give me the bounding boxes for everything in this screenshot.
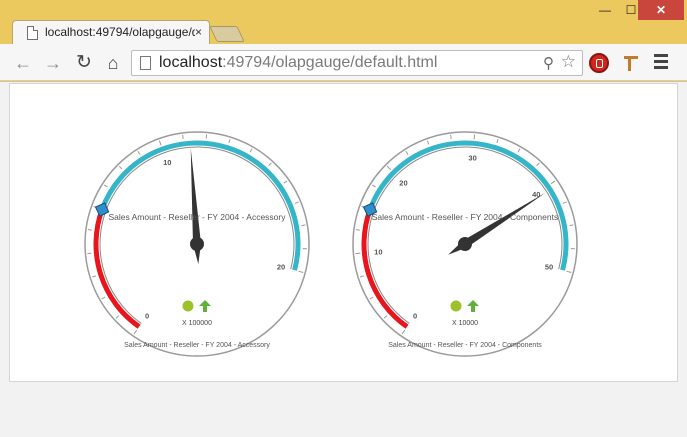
tick-mark: [91, 275, 97, 278]
tab-title: localhost:49794/olapgauge/default.html: [45, 25, 195, 39]
gauge-multiplier: X 10000: [451, 320, 479, 327]
tick-mark: [298, 270, 304, 273]
tick-mark: [562, 201, 567, 204]
scale-labels: 0 10 20: [145, 158, 285, 320]
browser-tab[interactable]: localhost:49794/olapgauge/default.html ×: [12, 20, 210, 44]
needle-hub: [190, 237, 204, 251]
scale-label: 20: [277, 263, 285, 272]
gauge-svg: 0 10 20: [84, 131, 310, 357]
scale-label: 40: [532, 190, 540, 199]
tick-mark: [101, 296, 106, 300]
tick-mark: [115, 315, 120, 319]
tick-mark: [536, 162, 540, 167]
tick-mark: [158, 140, 162, 146]
tick-mark: [137, 150, 141, 155]
tick-mark: [517, 148, 521, 153]
tick-mark: [87, 229, 92, 231]
forward-icon[interactable]: →: [42, 52, 64, 74]
page-icon: [27, 26, 38, 40]
tick-mark: [359, 275, 365, 278]
gauge-accessory: 0 10 20 Sales Amount - Reseller - FY 2004 …: [77, 124, 317, 364]
scale-label: 30: [468, 153, 476, 162]
tick-mark: [249, 148, 253, 153]
browser-toolbar: ← → ↻ ⌂ localhost:49794/olapgauge/defaul…: [0, 44, 687, 81]
back-icon[interactable]: ←: [12, 52, 34, 74]
tick-mark: [450, 134, 452, 139]
tick-mark: [550, 180, 556, 185]
adblock-extension-icon[interactable]: [589, 53, 609, 73]
gauge-panel: 0 10 20 Sales Amount - Reseller - FY 2004 …: [9, 83, 678, 382]
tick-mark: [103, 184, 108, 188]
gauge-title: Sales Amount - Reseller - FY 2004 - Acce…: [108, 212, 286, 222]
tick-mark: [283, 180, 288, 184]
scale-label: 20: [399, 178, 407, 187]
scale-label: 0: [145, 311, 149, 320]
tick-mark: [371, 184, 376, 188]
minimize-button[interactable]: —: [592, 0, 618, 20]
tick-mark: [268, 162, 272, 167]
tick-mark: [383, 315, 388, 319]
page-icon: [140, 56, 151, 70]
bookmark-star-icon[interactable]: ☆: [561, 52, 576, 72]
gauge-title: Sales Amount - Reseller - FY 2004 - Comp…: [371, 212, 559, 222]
tool-extension-icon[interactable]: [622, 54, 640, 72]
zoom-icon[interactable]: ⚲: [543, 54, 554, 72]
tick-mark: [355, 229, 360, 231]
status-indicator: [450, 300, 462, 312]
gauge-caption: Sales Amount - Reseller - FY 2004 - Comp…: [388, 342, 542, 349]
tick-mark: [369, 296, 374, 300]
tick-mark: [182, 134, 184, 139]
inner-scale-arc: [367, 146, 563, 324]
blue-range-arc: [99, 140, 301, 271]
red-range-arc: [361, 208, 409, 329]
scale-labels: 0 10 20 30 40 50: [374, 153, 553, 320]
url-path: :49794/olapgauge/default.html: [222, 54, 438, 71]
needle-hub: [458, 237, 472, 251]
tick-mark: [133, 329, 138, 335]
scale-label: 0: [413, 311, 417, 320]
page-content: 0 10 20 Sales Amount - Reseller - FY 2004 …: [0, 82, 687, 437]
tick-mark: [401, 329, 406, 335]
scale-label: 10: [163, 158, 171, 167]
tick-mark: [118, 165, 123, 170]
tick-mark: [301, 224, 306, 227]
scale-label: 10: [374, 248, 382, 257]
url-text: localhost:49794/olapgauge/default.html: [159, 54, 437, 72]
close-window-button[interactable]: ✕: [638, 0, 684, 20]
gauge-caption: Sales Amount - Reseller - FY 2004 - Acce…: [124, 342, 270, 349]
reload-icon[interactable]: ↻: [73, 52, 95, 74]
scale-label: 50: [545, 263, 553, 272]
address-bar[interactable]: localhost:49794/olapgauge/default.html ⚲…: [131, 50, 583, 76]
home-icon[interactable]: ⌂: [102, 52, 124, 74]
tick-mark: [496, 138, 499, 144]
red-range-arc: [93, 208, 141, 329]
gauge-components: 0 10 20 30 40 50 Sales Amount - Reseller - FY…: [345, 124, 585, 364]
tick-mark: [228, 138, 231, 144]
new-tab-button[interactable]: [209, 26, 245, 42]
tick-mark: [569, 224, 574, 227]
tick-mark: [386, 165, 392, 171]
tick-mark: [566, 270, 572, 273]
gauge-multiplier: X 100000: [182, 320, 212, 327]
status-indicator: [182, 300, 194, 312]
menu-icon[interactable]: [654, 54, 668, 70]
tick-mark: [294, 201, 299, 204]
tab-close-icon[interactable]: ×: [195, 25, 202, 39]
tick-mark: [426, 140, 430, 145]
tick-mark: [405, 150, 409, 155]
trend-up-arrow-icon: [199, 300, 211, 312]
trend-up-arrow-icon: [467, 300, 479, 312]
url-host: localhost: [159, 54, 223, 71]
title-bar: localhost:49794/olapgauge/default.html ×…: [0, 0, 687, 44]
gauge-svg: 0 10 20 30 40 50: [352, 131, 578, 357]
